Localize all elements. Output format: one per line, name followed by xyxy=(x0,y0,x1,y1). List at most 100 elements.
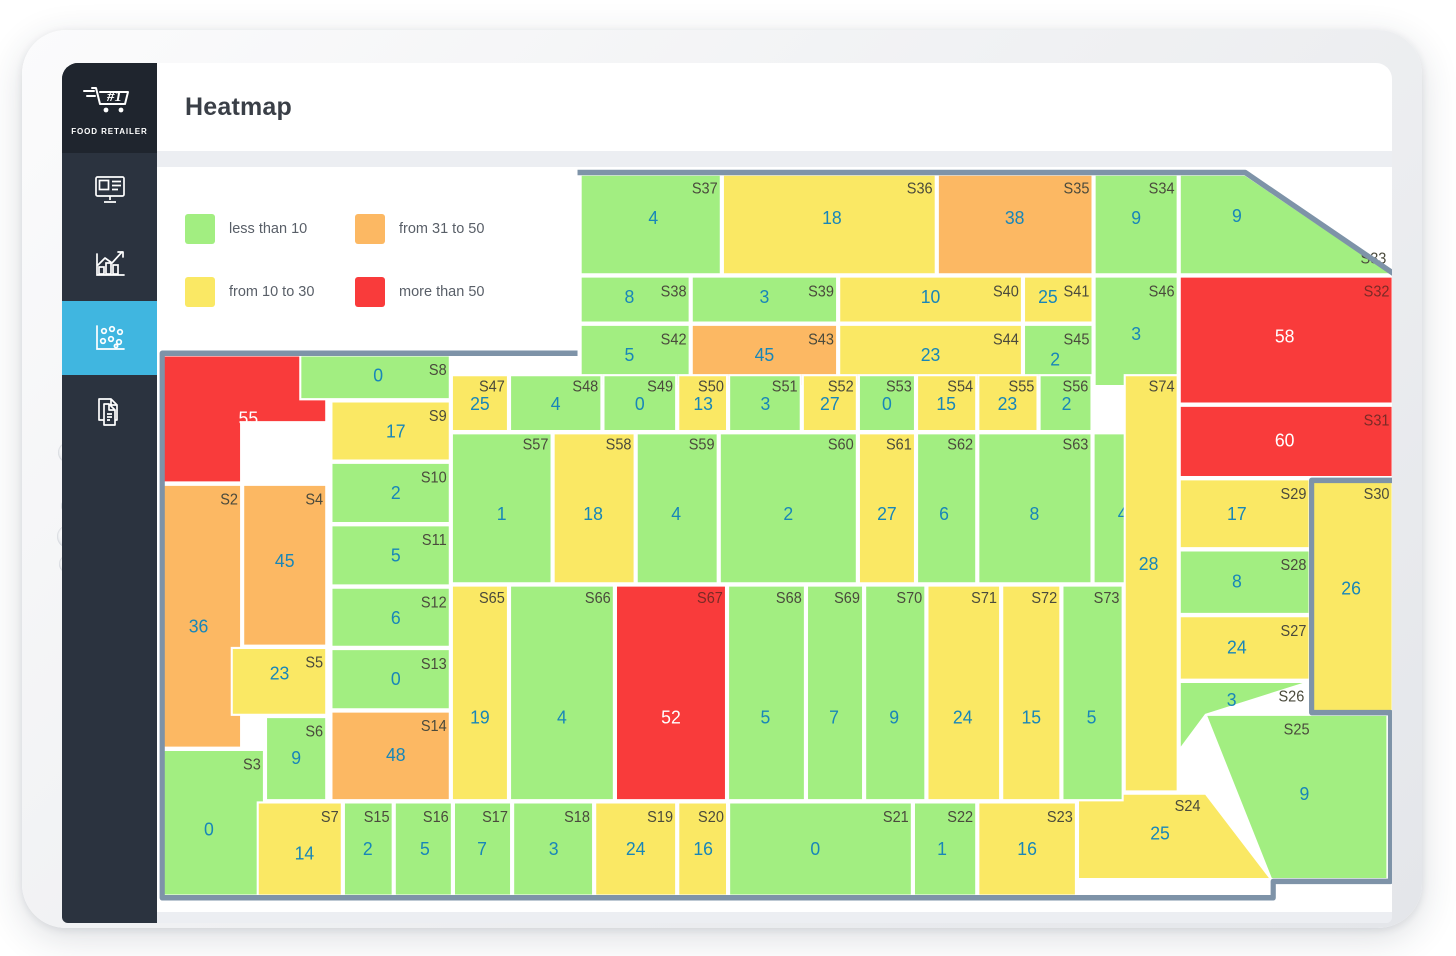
heatmap-cell-value-s44: 23 xyxy=(921,344,941,365)
heatmap-cell-code-s61: S61 xyxy=(886,436,912,453)
heatmap-cell-code-s57: S57 xyxy=(523,436,549,453)
heatmap-cell-code-s48: S48 xyxy=(572,378,598,395)
heatmap-cell-value-s12: 6 xyxy=(391,607,401,628)
heatmap-cell-code-s22: S22 xyxy=(947,809,973,826)
heatmap-cell-s70[interactable] xyxy=(864,584,927,802)
heatmap-cell-code-s41: S41 xyxy=(1064,283,1090,300)
brand-logo[interactable]: #1 FOOD RETAILER xyxy=(62,63,157,153)
documents-report-icon xyxy=(93,396,127,428)
heatmap-cell-value-s74: 28 xyxy=(1139,554,1159,575)
heatmap-cell-code-s19: S19 xyxy=(647,809,673,826)
heatmap-cell-value-s46: 3 xyxy=(1131,324,1141,345)
heatmap-cell-code-s65: S65 xyxy=(479,590,505,607)
heatmap-cell-value-s68: 5 xyxy=(761,707,771,728)
heatmap-cell-value-s9: 17 xyxy=(386,421,406,442)
heatmap-cell-code-s42: S42 xyxy=(661,331,687,348)
sidebar-item-reports[interactable] xyxy=(62,375,157,449)
heatmap-cell-s69[interactable] xyxy=(805,584,865,802)
heatmap-cell-code-s62: S62 xyxy=(947,436,973,453)
heatmap-cell-code-s27: S27 xyxy=(1281,623,1307,640)
heatmap-cell-value-s62: 6 xyxy=(939,503,949,524)
heatmap-cell-s74[interactable] xyxy=(1123,374,1179,793)
dashboard-monitor-icon xyxy=(93,174,127,206)
heatmap-cell-s67[interactable] xyxy=(614,584,728,802)
heatmap-cell-value-s35: 38 xyxy=(1005,208,1025,229)
heatmap-cell-value-s3: 0 xyxy=(204,819,214,840)
heatmap-cell-value-s60: 2 xyxy=(783,503,793,524)
heatmap-cell-value-s4: 45 xyxy=(275,550,295,571)
heatmap-cell-code-s6: S6 xyxy=(305,723,323,740)
heatmap-cell-code-s31: S31 xyxy=(1364,412,1390,429)
heatmap-cell-code-s71: S71 xyxy=(971,590,997,607)
heatmap-cell-value-s6: 9 xyxy=(291,748,301,769)
heatmap-cell-s72[interactable] xyxy=(1001,584,1062,802)
heatmap-cell-code-s32: S32 xyxy=(1364,283,1390,300)
heatmap-cell-value-s41: 25 xyxy=(1038,286,1058,307)
heatmap-cell-s68[interactable] xyxy=(727,584,806,802)
tablet-screen: #1 FOOD RETAILER Heatmap less than 10 fr… xyxy=(62,63,1392,923)
heatmap-cell-value-s20: 16 xyxy=(693,839,713,860)
heatmap-cell-value-s5: 23 xyxy=(270,663,290,684)
heatmap-cell-value-s31: 60 xyxy=(1275,430,1295,451)
heatmap-cell-code-s46: S46 xyxy=(1149,283,1175,300)
heatmap-chart: S155S236S30S445S523S69S714S80S917S102S11… xyxy=(157,167,1392,912)
heatmap-cell-value-s55: 23 xyxy=(998,394,1018,415)
heatmap-cell-value-s34: 9 xyxy=(1131,208,1141,229)
heatmap-cell-s73[interactable] xyxy=(1061,584,1124,802)
heatmap-cell-value-s47: 25 xyxy=(470,394,490,415)
heatmap-cell-code-s18: S18 xyxy=(564,809,590,826)
page-header: Heatmap xyxy=(157,63,1392,151)
heatmap-cell-code-s70: S70 xyxy=(896,590,922,607)
heatmap-cell-value-s28: 8 xyxy=(1232,571,1242,592)
heatmap-cell-value-s8: 0 xyxy=(373,365,383,386)
heatmap-cell-value-s21: 0 xyxy=(810,839,820,860)
heatmap-cell-code-s17: S17 xyxy=(482,809,508,826)
heatmap-cell-value-s7: 14 xyxy=(295,843,315,864)
heatmap-cell-value-s70: 9 xyxy=(889,707,899,728)
heatmap-cell-value-s71: 24 xyxy=(953,707,973,728)
heatmap-cell-value-s14: 48 xyxy=(386,744,406,765)
heatmap-cell-code-s63: S63 xyxy=(1063,436,1089,453)
heatmap-cell-code-s14: S14 xyxy=(421,718,447,735)
heatmap-cell-value-s45: 2 xyxy=(1050,349,1060,370)
svg-text:#1: #1 xyxy=(106,89,122,105)
heatmap-cell-value-s63: 8 xyxy=(1029,503,1039,524)
heatmap-cell-code-s21: S21 xyxy=(883,809,909,826)
sidebar-item-dashboard[interactable] xyxy=(62,153,157,227)
heatmap-cell-code-s9: S9 xyxy=(429,408,447,425)
heatmap-cell-code-s51: S51 xyxy=(772,378,798,395)
heatmap-cell-s66[interactable] xyxy=(508,584,615,802)
heatmap-cell-code-s43: S43 xyxy=(808,331,834,348)
heatmap-cell-code-s25: S25 xyxy=(1284,721,1310,738)
heatmap-cell-code-s74: S74 xyxy=(1149,378,1175,395)
heatmap-cell-value-s24: 25 xyxy=(1150,823,1170,844)
heatmap-cell-code-s36: S36 xyxy=(907,180,933,197)
heatmap-cell-code-s72: S72 xyxy=(1031,590,1057,607)
heatmap-cell-s65[interactable] xyxy=(450,584,509,802)
sidebar-item-heatmap[interactable] xyxy=(62,301,157,375)
heatmap-cell-value-s37: 4 xyxy=(648,208,658,229)
heatmap-cell-s71[interactable] xyxy=(926,584,1002,802)
heatmap-cell-value-s13: 0 xyxy=(391,669,401,690)
heatmap-cell-code-s40: S40 xyxy=(993,283,1019,300)
heatmap-cell-value-s36: 18 xyxy=(822,208,842,229)
heatmap-cell-value-s19: 24 xyxy=(626,839,646,860)
heatmap-cell-code-s59: S59 xyxy=(689,436,715,453)
heatmap-cell-value-s67: 52 xyxy=(661,707,681,728)
heatmap-cell-code-s4: S4 xyxy=(305,491,323,508)
scatter-plot-icon xyxy=(93,322,127,354)
heatmap-cell-code-s15: S15 xyxy=(364,809,390,826)
heatmap-cell-code-s30: S30 xyxy=(1364,486,1390,503)
sidebar-item-analytics[interactable] xyxy=(62,227,157,301)
heatmap-cell-code-s38: S38 xyxy=(661,283,687,300)
heatmap-cell-code-s23: S23 xyxy=(1047,809,1073,826)
heatmap-cell-value-s26: 3 xyxy=(1227,690,1237,711)
heatmap-cell-value-s66: 4 xyxy=(557,707,567,728)
heatmap-cell-code-s11: S11 xyxy=(422,532,447,549)
heatmap-cell-code-s34: S34 xyxy=(1149,180,1175,197)
heatmap-cell-value-s58: 18 xyxy=(583,503,603,524)
heatmap-panel: less than 10 from 31 to 50 from 10 to 30… xyxy=(157,167,1392,912)
sidebar: #1 FOOD RETAILER xyxy=(62,63,157,923)
heatmap-cell-value-s15: 2 xyxy=(363,839,373,860)
heatmap-cell-value-s73: 5 xyxy=(1087,707,1097,728)
